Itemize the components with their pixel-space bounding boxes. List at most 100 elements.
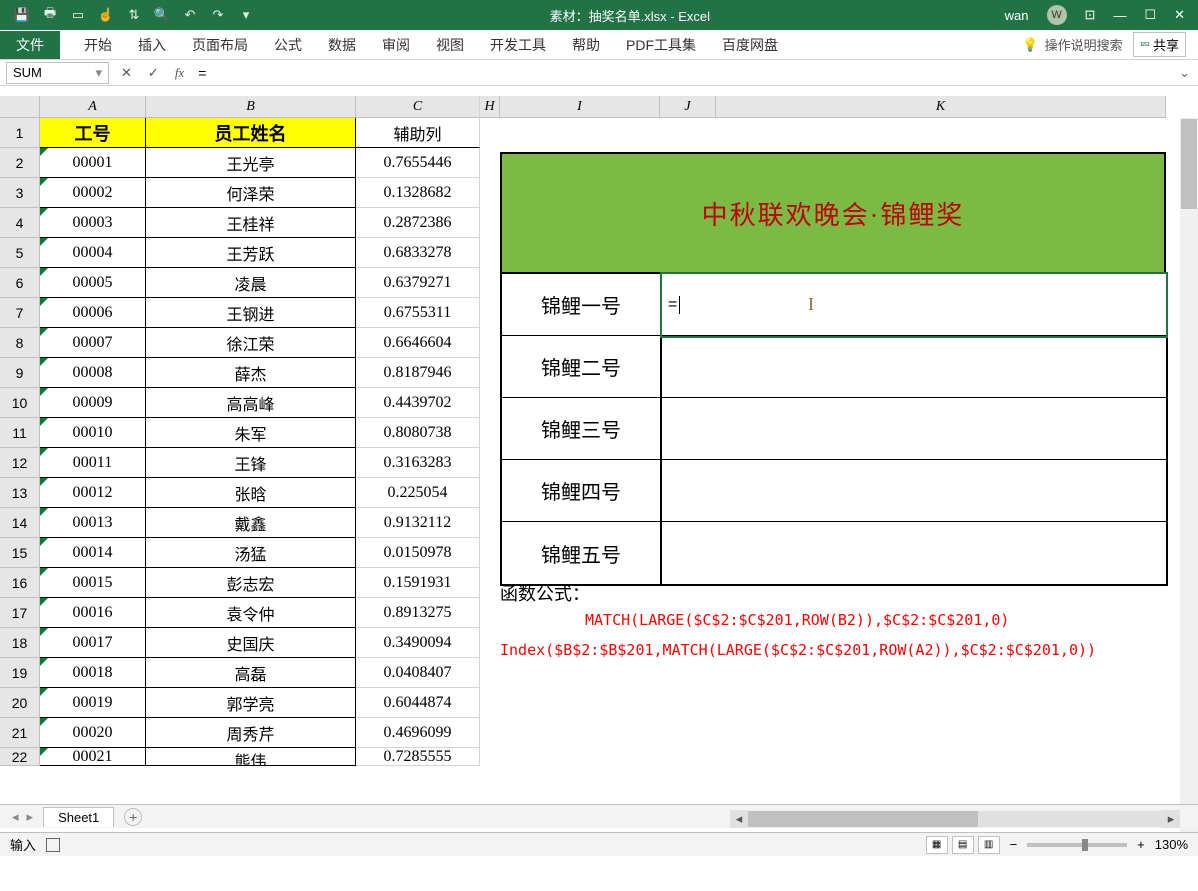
- cell-id[interactable]: 00009: [40, 388, 146, 418]
- page-break-icon[interactable]: ▥: [978, 836, 1000, 854]
- row-header-14[interactable]: 14: [0, 508, 40, 538]
- cell-name[interactable]: 高高峰: [146, 388, 356, 418]
- cell-rnd[interactable]: 0.1591931: [356, 568, 480, 598]
- row-header-7[interactable]: 7: [0, 298, 40, 328]
- vertical-scrollbar[interactable]: [1180, 118, 1198, 856]
- new-icon[interactable]: ▭: [69, 6, 87, 24]
- cell-rnd[interactable]: 0.0408407: [356, 658, 480, 688]
- cell-id[interactable]: 00005: [40, 268, 146, 298]
- row-header-9[interactable]: 9: [0, 358, 40, 388]
- close-icon[interactable]: ✕: [1174, 7, 1185, 23]
- cell-id[interactable]: 00017: [40, 628, 146, 658]
- minimize-icon[interactable]: ―: [1113, 8, 1126, 23]
- cell-name[interactable]: 凌晨: [146, 268, 356, 298]
- cell-rnd[interactable]: 0.6379271: [356, 268, 480, 298]
- row-header-4[interactable]: 4: [0, 208, 40, 238]
- col-header-H[interactable]: H: [480, 96, 500, 118]
- cell-name[interactable]: 王锋: [146, 448, 356, 478]
- tab-formulas[interactable]: 公式: [272, 31, 304, 59]
- cell-name[interactable]: 周秀芹: [146, 718, 356, 748]
- row-header-17[interactable]: 17: [0, 598, 40, 628]
- cell-rnd[interactable]: 0.9132112: [356, 508, 480, 538]
- col-header-A[interactable]: A: [40, 96, 146, 118]
- cell-id[interactable]: 00014: [40, 538, 146, 568]
- cell-name[interactable]: 何泽荣: [146, 178, 356, 208]
- macro-record-icon[interactable]: [46, 838, 60, 852]
- row-header-1[interactable]: 1: [0, 118, 40, 148]
- zoom-slider[interactable]: [1027, 843, 1127, 847]
- tab-next-icon[interactable]: ▸: [27, 809, 34, 825]
- cell-name[interactable]: 张晗: [146, 478, 356, 508]
- row-header-6[interactable]: 6: [0, 268, 40, 298]
- tab-developer[interactable]: 开发工具: [488, 31, 548, 59]
- sheet-tab-1[interactable]: Sheet1: [43, 807, 114, 827]
- prize-value-1[interactable]: =I: [662, 274, 1166, 336]
- cell-rnd[interactable]: 0.8080738: [356, 418, 480, 448]
- tab-baidu[interactable]: 百度网盘: [720, 31, 780, 59]
- cell-rnd[interactable]: 0.4439702: [356, 388, 480, 418]
- cell-name[interactable]: 王钢进: [146, 298, 356, 328]
- cell-name[interactable]: 戴鑫: [146, 508, 356, 538]
- print-icon[interactable]: 🖶: [41, 6, 59, 24]
- cell-rnd[interactable]: 0.1328682: [356, 178, 480, 208]
- prize-value-2[interactable]: [662, 336, 1166, 398]
- zoom-out-icon[interactable]: −: [1010, 837, 1018, 852]
- cell-rnd[interactable]: 0.8187946: [356, 358, 480, 388]
- cell-id[interactable]: 00007: [40, 328, 146, 358]
- cell-name[interactable]: 王桂祥: [146, 208, 356, 238]
- tab-home[interactable]: 开始: [82, 31, 114, 59]
- select-all-corner[interactable]: [0, 96, 40, 118]
- cell-name[interactable]: 袁令仲: [146, 598, 356, 628]
- row-header-21[interactable]: 21: [0, 718, 40, 748]
- tab-view[interactable]: 视图: [434, 31, 466, 59]
- tab-pagelayout[interactable]: 页面布局: [190, 31, 250, 59]
- cell-id[interactable]: 00020: [40, 718, 146, 748]
- vscroll-thumb[interactable]: [1181, 119, 1197, 209]
- cell-id[interactable]: 00019: [40, 688, 146, 718]
- cell-name[interactable]: 薛杰: [146, 358, 356, 388]
- cell-name[interactable]: 朱军: [146, 418, 356, 448]
- cell-id[interactable]: 00016: [40, 598, 146, 628]
- cell-rnd[interactable]: 0.4696099: [356, 718, 480, 748]
- col-header-C[interactable]: C: [356, 96, 480, 118]
- row-header-19[interactable]: 19: [0, 658, 40, 688]
- row-header-2[interactable]: 2: [0, 148, 40, 178]
- preview-icon[interactable]: 🔍: [153, 6, 171, 24]
- header-cell-B[interactable]: 员工姓名: [146, 118, 356, 148]
- cell-id[interactable]: 00004: [40, 238, 146, 268]
- row-header-22[interactable]: 22: [0, 748, 40, 766]
- cell-id[interactable]: 00001: [40, 148, 146, 178]
- cell-name[interactable]: 汤猛: [146, 538, 356, 568]
- cell-name[interactable]: 史国庆: [146, 628, 356, 658]
- cell-rnd[interactable]: 0.3163283: [356, 448, 480, 478]
- col-header-B[interactable]: B: [146, 96, 356, 118]
- save-icon[interactable]: 💾: [13, 6, 31, 24]
- tab-file[interactable]: 文件: [0, 31, 60, 59]
- header-cell-A[interactable]: 工号: [40, 118, 146, 148]
- tell-me-search[interactable]: 💡 操作说明搜索: [1022, 35, 1122, 54]
- row-header-10[interactable]: 10: [0, 388, 40, 418]
- redo-icon[interactable]: ↷: [209, 6, 227, 24]
- zoom-in-icon[interactable]: +: [1137, 837, 1145, 852]
- cell-name[interactable]: 彭志宏: [146, 568, 356, 598]
- row-header-3[interactable]: 3: [0, 178, 40, 208]
- cell-rnd[interactable]: 0.6833278: [356, 238, 480, 268]
- enter-formula-icon[interactable]: ✓: [148, 65, 159, 81]
- hscroll-thumb[interactable]: [748, 811, 978, 827]
- cell-rnd[interactable]: 0.225054: [356, 478, 480, 508]
- expand-formula-icon[interactable]: ⌄: [1171, 65, 1198, 81]
- cell-id[interactable]: 00018: [40, 658, 146, 688]
- col-header-I[interactable]: I: [500, 96, 660, 118]
- fx-icon[interactable]: fx: [175, 65, 184, 81]
- cell-rnd[interactable]: 0.7285555: [356, 748, 480, 766]
- zoom-level[interactable]: 130%: [1155, 837, 1188, 852]
- cell-rnd[interactable]: 0.0150978: [356, 538, 480, 568]
- ribbon-display-icon[interactable]: ⊡: [1085, 7, 1096, 23]
- cell-id[interactable]: 00015: [40, 568, 146, 598]
- cell-name[interactable]: 高磊: [146, 658, 356, 688]
- cancel-formula-icon[interactable]: ✕: [121, 65, 132, 81]
- cell-rnd[interactable]: 0.7655446: [356, 148, 480, 178]
- cell-name[interactable]: 王芳跃: [146, 238, 356, 268]
- undo-icon[interactable]: ↶: [181, 6, 199, 24]
- tab-prev-icon[interactable]: ◂: [12, 809, 19, 825]
